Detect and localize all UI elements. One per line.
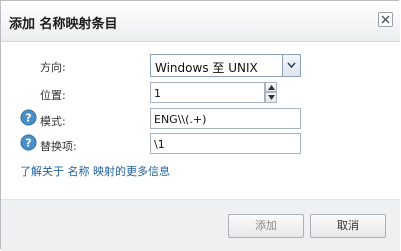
direction-label: 方向: [40,61,66,74]
replacement-input[interactable]: \1 [150,133,301,154]
dialog-body: 方向: Windows 至 UNIX 位置: 1 ? 模式: ENG\\(.+)… [1,42,400,199]
position-value: 1 [154,87,161,100]
dialog-footer: 添加 取消 [1,199,400,251]
dialog-title: 添加 名称映射条目 [9,17,118,32]
svg-text:?: ? [25,112,31,125]
arrow-down-icon [268,95,275,100]
position-decrement-button[interactable] [265,92,277,103]
arrow-up-icon [268,85,275,90]
cancel-button[interactable]: 取消 [310,214,386,238]
position-stepper[interactable] [265,82,277,103]
replacement-value: \1 [154,138,165,151]
chevron-down-icon [287,62,296,68]
add-button[interactable]: 添加 [228,214,304,238]
direction-select[interactable]: Windows 至 UNIX [150,54,301,77]
direction-dropdown-button[interactable] [282,55,300,76]
pattern-input[interactable]: ENG\\(.+) [150,108,301,129]
learn-more-link[interactable]: 了解关于 名称 映射的更多信息 [20,163,170,179]
dialog-titlebar: 添加 名称映射条目 [1,1,400,42]
position-input[interactable]: 1 [150,82,265,103]
close-button[interactable] [378,12,393,27]
replacement-help-icon[interactable]: ? [20,134,37,151]
name-mapping-dialog: 添加 名称映射条目 方向: Windows 至 UNIX 位置: 1 ? 模式:… [0,0,400,251]
close-icon [381,15,390,24]
pattern-value: ENG\\(.+) [154,113,207,126]
position-label: 位置: [40,89,66,102]
pattern-help-icon[interactable]: ? [20,109,37,126]
svg-text:?: ? [25,137,31,150]
pattern-label: 模式: [40,115,66,128]
replacement-label: 替换项: [40,140,77,153]
position-increment-button[interactable] [265,82,277,92]
direction-selected-value: Windows 至 UNIX [155,61,258,75]
